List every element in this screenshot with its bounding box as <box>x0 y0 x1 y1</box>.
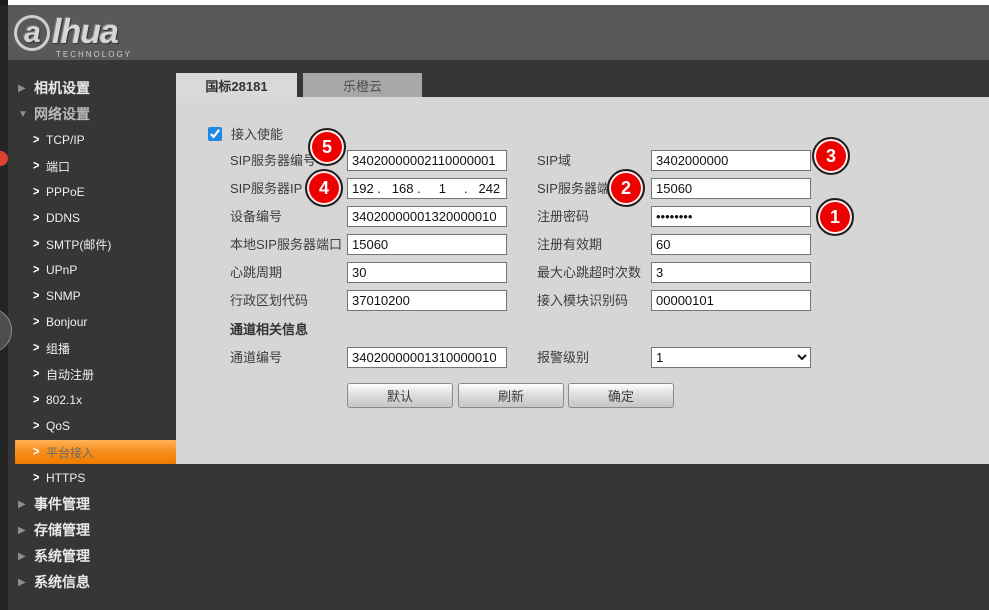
sip-server-port-input[interactable] <box>651 178 811 199</box>
local-sip-port-label: 本地SIP服务器端口 <box>230 234 342 255</box>
access-module-id-input[interactable] <box>651 290 811 311</box>
default-button[interactable]: 默认 <box>347 383 453 408</box>
channel-id-input[interactable] <box>347 347 507 368</box>
sidebar-item-platform-access[interactable]: > 平台接入 <box>15 440 176 464</box>
admin-region-code-label: 行政区划代码 <box>230 290 308 311</box>
refresh-button[interactable]: 刷新 <box>458 383 564 408</box>
max-heartbeat-timeout-label: 最大心跳超时次数 <box>537 262 641 283</box>
gb28181-form-panel: 接入使能 SIP服务器编号 SIP域 SIP服务器IP SIP服务器端口 设备编… <box>176 97 989 464</box>
sidebar-item-ddns[interactable]: > DDNS <box>0 205 176 231</box>
alarm-level-select[interactable]: 1 <box>651 347 811 368</box>
chevron-right-icon: > <box>33 393 46 407</box>
heartbeat-period-label: 心跳周期 <box>230 262 282 283</box>
access-enable-checkbox[interactable] <box>208 127 222 141</box>
sidebar-item-multicast[interactable]: > 组播 <box>0 335 176 361</box>
tab-bar: 国标28181 乐橙云 <box>176 73 422 97</box>
register-validity-input[interactable] <box>651 234 811 255</box>
chevron-right-icon: > <box>33 471 46 485</box>
channel-form-row: 通道编号 报警级别 1 <box>176 347 989 368</box>
form-row: 设备编号 注册密码 <box>176 206 989 227</box>
annotation-badge-1: 1 <box>816 198 854 236</box>
channel-info-section-title: 通道相关信息 <box>230 319 308 338</box>
collapsed-triangle-icon: ▶ <box>18 577 34 588</box>
chevron-right-icon: > <box>33 315 46 329</box>
sidebar-item-network-settings[interactable]: ▼ 网络设置 <box>0 101 176 127</box>
collapsed-triangle-icon: ▶ <box>18 551 34 562</box>
chevron-right-icon: > <box>33 133 46 147</box>
sip-server-id-label: SIP服务器编号 <box>230 150 316 171</box>
register-password-input[interactable] <box>651 206 811 227</box>
dahua-logo-a-icon: a <box>14 15 50 51</box>
sidebar-item-smtp[interactable]: > SMTP(邮件) <box>0 231 176 257</box>
admin-region-code-input[interactable] <box>347 290 507 311</box>
sidebar-item-8021x[interactable]: > 802.1x <box>0 387 176 413</box>
annotation-badge-2: 2 <box>607 169 645 207</box>
chevron-right-icon: > <box>33 341 46 355</box>
annotation-badge-5: 5 <box>308 128 346 166</box>
sidebar-item-auto-register[interactable]: > 自动注册 <box>0 361 176 387</box>
tab-gb28181[interactable]: 国标28181 <box>176 73 297 97</box>
sidebar-item-tcpip[interactable]: > TCP/IP <box>0 127 176 153</box>
sidebar-menu: ▶ 相机设置 ▼ 网络设置 > TCP/IP > 端口 > PPPoE > DD… <box>0 75 176 595</box>
sidebar-item-port[interactable]: > 端口 <box>0 153 176 179</box>
sidebar-item-pppoe[interactable]: > PPPoE <box>0 179 176 205</box>
dahua-logo-text: alhua <box>14 13 132 52</box>
chevron-right-icon: > <box>33 367 46 381</box>
collapsed-triangle-icon: ▶ <box>18 525 34 536</box>
tab-lechange-cloud[interactable]: 乐橙云 <box>303 73 422 97</box>
sidebar-item-qos[interactable]: > QoS <box>0 413 176 439</box>
heartbeat-period-input[interactable] <box>347 262 507 283</box>
sidebar-item-snmp[interactable]: > SNMP <box>0 283 176 309</box>
chevron-right-icon: > <box>33 185 46 199</box>
annotation-badge-3: 3 <box>812 137 850 175</box>
sidebar-item-storage-management[interactable]: ▶ 存储管理 <box>0 517 176 543</box>
sip-domain-label: SIP域 <box>537 150 571 171</box>
sip-server-ip-label: SIP服务器IP <box>230 178 302 199</box>
alarm-level-label: 报警级别 <box>537 347 589 368</box>
chevron-right-icon: > <box>33 159 46 173</box>
expanded-triangle-icon: ▼ <box>18 109 34 120</box>
sip-domain-input[interactable] <box>651 150 811 171</box>
header-bar: alhua TECHNOLOGY <box>0 5 989 60</box>
sidebar-item-camera-settings[interactable]: ▶ 相机设置 <box>0 75 176 101</box>
chevron-right-icon: > <box>33 211 46 225</box>
sidebar-item-system-info[interactable]: ▶ 系统信息 <box>0 569 176 595</box>
dahua-logo: alhua TECHNOLOGY <box>14 13 132 59</box>
form-row: 行政区划代码 接入模块识别码 <box>176 290 989 311</box>
sidebar-item-event-management[interactable]: ▶ 事件管理 <box>0 491 176 517</box>
app-window: alhua TECHNOLOGY ▶ 相机设置 ▼ 网络设置 > TCP/IP … <box>0 0 989 610</box>
register-validity-label: 注册有效期 <box>537 234 602 255</box>
sidebar-item-upnp[interactable]: > UPnP <box>0 257 176 283</box>
device-id-input[interactable] <box>347 206 507 227</box>
form-row: 心跳周期 最大心跳超时次数 <box>176 262 989 283</box>
access-enable-row: 接入使能 <box>208 124 283 143</box>
device-id-label: 设备编号 <box>230 206 282 227</box>
form-row: SIP服务器编号 SIP域 <box>176 150 989 171</box>
chevron-right-icon: > <box>33 263 46 277</box>
chevron-right-icon: > <box>33 445 46 459</box>
sidebar-item-system-management[interactable]: ▶ 系统管理 <box>0 543 176 569</box>
register-password-label: 注册密码 <box>537 206 589 227</box>
channel-id-label: 通道编号 <box>230 347 282 368</box>
max-heartbeat-timeout-input[interactable] <box>651 262 811 283</box>
sip-server-ip-input[interactable] <box>347 178 507 199</box>
form-row: 本地SIP服务器端口 注册有效期 <box>176 234 989 255</box>
chevron-right-icon: > <box>33 289 46 303</box>
access-module-id-label: 接入模块识别码 <box>537 290 628 311</box>
collapsed-triangle-icon: ▶ <box>18 499 34 510</box>
sidebar-item-bonjour[interactable]: > Bonjour <box>0 309 176 335</box>
annotation-badge-4: 4 <box>305 169 343 207</box>
dahua-logo-subtitle: TECHNOLOGY <box>56 50 132 59</box>
sip-server-id-input[interactable] <box>347 150 507 171</box>
chevron-right-icon: > <box>33 419 46 433</box>
sidebar-item-https[interactable]: > HTTPS <box>0 465 176 491</box>
collapsed-triangle-icon: ▶ <box>18 83 34 94</box>
confirm-button[interactable]: 确定 <box>568 383 674 408</box>
local-sip-port-input[interactable] <box>347 234 507 255</box>
chevron-right-icon: > <box>33 237 46 251</box>
access-enable-label: 接入使能 <box>231 124 283 143</box>
form-row: SIP服务器IP SIP服务器端口 <box>176 178 989 199</box>
